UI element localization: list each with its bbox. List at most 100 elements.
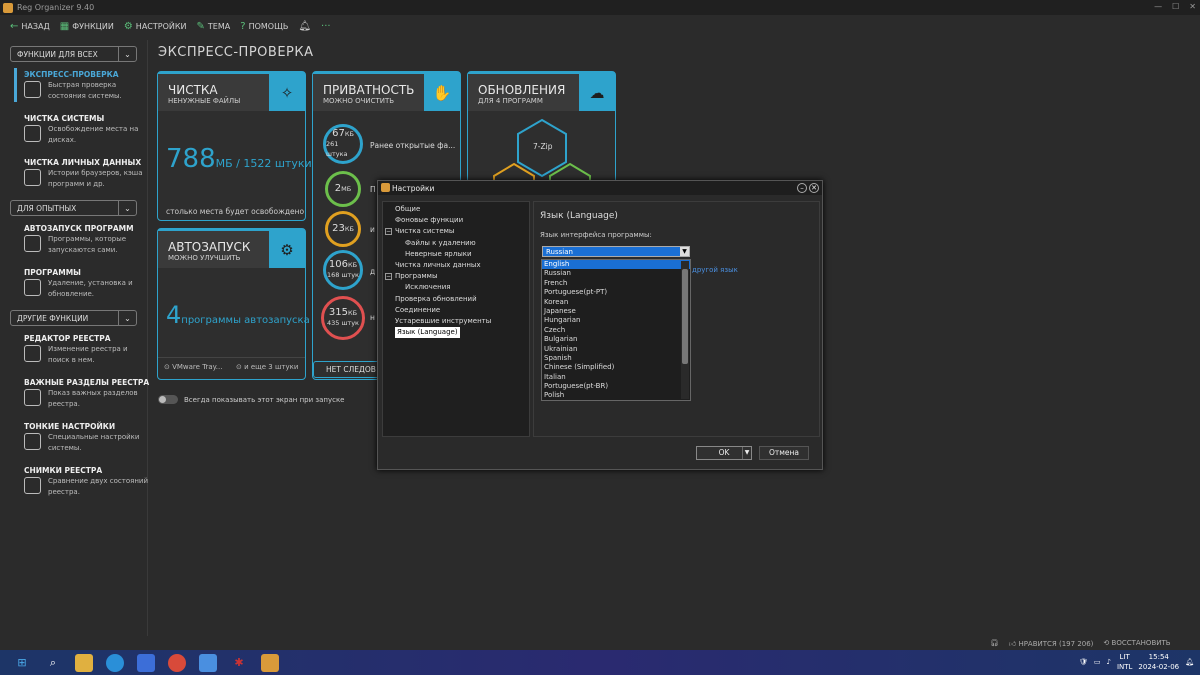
window-title: Reg Organizer 9.40 <box>17 3 95 12</box>
language-option[interactable]: French <box>542 279 690 288</box>
language-option[interactable]: Polish <box>542 391 690 400</box>
sidebar-item-system-clean[interactable]: ЧИСТКА СИСТЕМЫ Освобождение места на диск… <box>14 114 147 150</box>
no-traces-button[interactable]: НЕТ СЛЕДОВ <box>313 361 383 378</box>
functions-button[interactable]: ▦ ФУНКЦИИ <box>60 21 114 32</box>
settings-button[interactable]: ⚙ НАСТРОЙКИ <box>124 21 187 32</box>
chevron-down-icon[interactable]: ▼ <box>742 447 751 459</box>
more-button[interactable]: ··· <box>321 21 331 32</box>
sidebar-item-autorun[interactable]: АВТОЗАПУСК ПРОГРАММ Программы, которые за… <box>14 224 147 260</box>
close-icon[interactable]: ✕ <box>1189 2 1196 11</box>
chevron-down-icon[interactable]: ▼ <box>680 247 689 256</box>
language-option[interactable]: Korean <box>542 298 690 307</box>
back-button[interactable]: ← НАЗАД <box>10 21 50 32</box>
sidebar-item-express-check[interactable]: ЭКСПРЕСС-ПРОВЕРКА Быстрая проверка состоя… <box>14 68 147 106</box>
language-select[interactable]: Russian ▼ <box>542 246 690 257</box>
minimize-icon[interactable]: — <box>1154 2 1162 11</box>
tree-item[interactable]: − Чистка системы <box>383 226 529 237</box>
card-subtitle: МОЖНО УЛУЧШИТЬ <box>168 254 241 262</box>
tree-item-selected[interactable]: Язык (Language) <box>383 327 529 339</box>
edge-icon[interactable] <box>106 653 124 672</box>
support-icon[interactable]: 🎧︎ <box>990 639 999 647</box>
tree-item[interactable]: Устаревшие инструменты <box>383 316 529 327</box>
sidebar-item-registry-editor[interactable]: РЕДАКТОР РЕЕСТРА Изменение реестра и поис… <box>14 334 147 370</box>
tree-item[interactable]: Общие <box>383 204 529 215</box>
collapse-icon[interactable]: − <box>385 228 392 236</box>
tree-item[interactable]: Соединение <box>383 305 529 316</box>
tree-item[interactable]: Проверка обновлений <box>383 294 529 305</box>
language-option[interactable]: Portuguese(pt-BR) <box>542 382 690 391</box>
language-option[interactable]: Russian <box>542 269 690 278</box>
bug-icon[interactable]: ✱ <box>230 654 248 672</box>
section-for-all[interactable]: ФУНКЦИИ ДЛЯ ВСЕХ ⌄ <box>10 46 137 62</box>
search-icon[interactable]: ⌕ <box>44 654 62 672</box>
notepad-icon[interactable] <box>199 653 217 672</box>
autorun-item[interactable]: ⊙ VMware Tray... <box>164 363 222 371</box>
clock[interactable]: 15:54 2024-02-06 <box>1138 652 1179 672</box>
keyboard-layout[interactable]: LIT INTL <box>1117 652 1132 672</box>
language-option[interactable]: Italian <box>542 373 690 382</box>
sidebar-item-title: ЭКСПРЕСС-ПРОВЕРКА <box>24 70 119 79</box>
maximize-icon[interactable]: ☐ <box>1172 2 1179 11</box>
tree-item[interactable]: Неверные ярлыки <box>383 249 529 260</box>
sidebar-item-personal-data[interactable]: ЧИСТКА ЛИЧНЫХ ДАННЫХ Истории браузеров, к… <box>14 158 147 194</box>
privacy-circle: 315КБ 435 штук <box>321 296 365 340</box>
language-option[interactable]: Ukrainian <box>542 345 690 354</box>
section-other[interactable]: ДРУГИЕ ФУНКЦИИ ⌄ <box>10 310 137 326</box>
tree-item[interactable]: − Программы <box>383 271 529 282</box>
scrollbar[interactable] <box>681 261 689 399</box>
tree-item[interactable]: Чистка личных данных <box>383 260 529 271</box>
privacy-count: 435 штук <box>327 319 359 327</box>
tree-item[interactable]: Исключения <box>383 282 529 293</box>
tree-item-label: Язык (Language) <box>395 327 460 339</box>
theme-button[interactable]: ✎ ТЕМА <box>197 21 231 32</box>
card-title: ОБНОВЛЕНИЯ <box>478 83 566 97</box>
section-advanced[interactable]: ДЛЯ ОПЫТНЫХ ⌄ <box>10 200 137 216</box>
language-option[interactable]: Chinese (Simplified) <box>542 363 690 372</box>
language-option[interactable]: Czech <box>542 326 690 335</box>
tree-item[interactable]: Файлы к удалению <box>383 238 529 249</box>
cancel-button[interactable]: Отмена <box>759 446 809 460</box>
bell-button[interactable]: 🔔︎ <box>298 21 311 32</box>
chrome-icon[interactable] <box>168 653 186 672</box>
restore-button[interactable]: ⟲ ВОССТАНОВИТЬ <box>1103 639 1170 647</box>
autorun-card[interactable]: АВТОЗАПУСК МОЖНО УЛУЧШИТЬ ⚙ 4программы ав… <box>157 228 310 380</box>
privacy-unit: МБ <box>341 185 352 193</box>
dialog-minimize-icon[interactable]: – <box>797 183 807 193</box>
other-language-link[interactable]: другой язык <box>692 266 738 274</box>
tree-item[interactable]: Фоновые функции <box>383 215 529 226</box>
language-option[interactable]: Bulgarian <box>542 335 690 344</box>
start-icon[interactable]: ⊞ <box>13 654 31 672</box>
scrollbar-thumb[interactable] <box>682 269 688 364</box>
card-subtitle: МОЖНО ОЧИСТИТЬ <box>323 97 395 105</box>
language-option[interactable]: English <box>542 260 690 270</box>
update-app-name: 7-Zip <box>533 142 553 151</box>
sidebar-item-snapshots[interactable]: СНИМКИ РЕЕСТРА Сравнение двух состояний р… <box>14 466 148 502</box>
sidebar-item-important-keys[interactable]: ВАЖНЫЕ РАЗДЕЛЫ РЕЕСТРА Показ важных разде… <box>14 378 149 414</box>
help-button[interactable]: ? ПОМОЩЬ <box>240 21 288 32</box>
shield-icon[interactable]: 🛡︎ <box>1079 658 1088 666</box>
startup-toggle[interactable] <box>158 395 178 404</box>
clean-card[interactable]: ЧИСТКА НЕНУЖНЫЕ ФАЙЛЫ ✧ 788МБ / 1522 штук… <box>157 71 312 221</box>
card-title: АВТОЗАПУСК <box>168 240 251 254</box>
grid-icon: ▦ <box>59 20 70 32</box>
language-option[interactable]: Japanese <box>542 307 690 316</box>
notifications-icon[interactable]: 🔔︎ <box>1185 658 1194 666</box>
card-title: ЧИСТКА <box>168 83 218 97</box>
collapse-icon[interactable]: − <box>385 273 392 281</box>
language-option[interactable]: Hungarian <box>542 316 690 325</box>
volume-icon[interactable]: ♪ <box>1106 658 1110 666</box>
network-icon[interactable]: ▭ <box>1094 658 1101 666</box>
likes-button[interactable]: 👍︎ НРАВИТСЯ (197 206) <box>1009 639 1094 648</box>
ok-button[interactable]: OK ▼ <box>696 446 752 460</box>
language-option[interactable]: Spanish <box>542 354 690 363</box>
language-option[interactable]: Portuguese(pt-PT) <box>542 288 690 297</box>
dialog-close-icon[interactable]: ✕ <box>809 183 819 193</box>
sidebar-item-programs[interactable]: ПРОГРАММЫ Удаление, установка и обновлени… <box>14 268 147 304</box>
folder-icon[interactable] <box>75 653 93 672</box>
sidebar-item-tweaks[interactable]: ТОНКИЕ НАСТРОЙКИ Специальные настройки си… <box>14 422 147 458</box>
privacy-row-label: П <box>370 185 376 194</box>
store-icon[interactable] <box>137 653 155 672</box>
autorun-more[interactable]: ⊙ и еще 3 штуки <box>236 363 298 371</box>
more-icon: ··· <box>321 20 331 32</box>
reg-organizer-taskbar-icon[interactable] <box>261 653 279 672</box>
